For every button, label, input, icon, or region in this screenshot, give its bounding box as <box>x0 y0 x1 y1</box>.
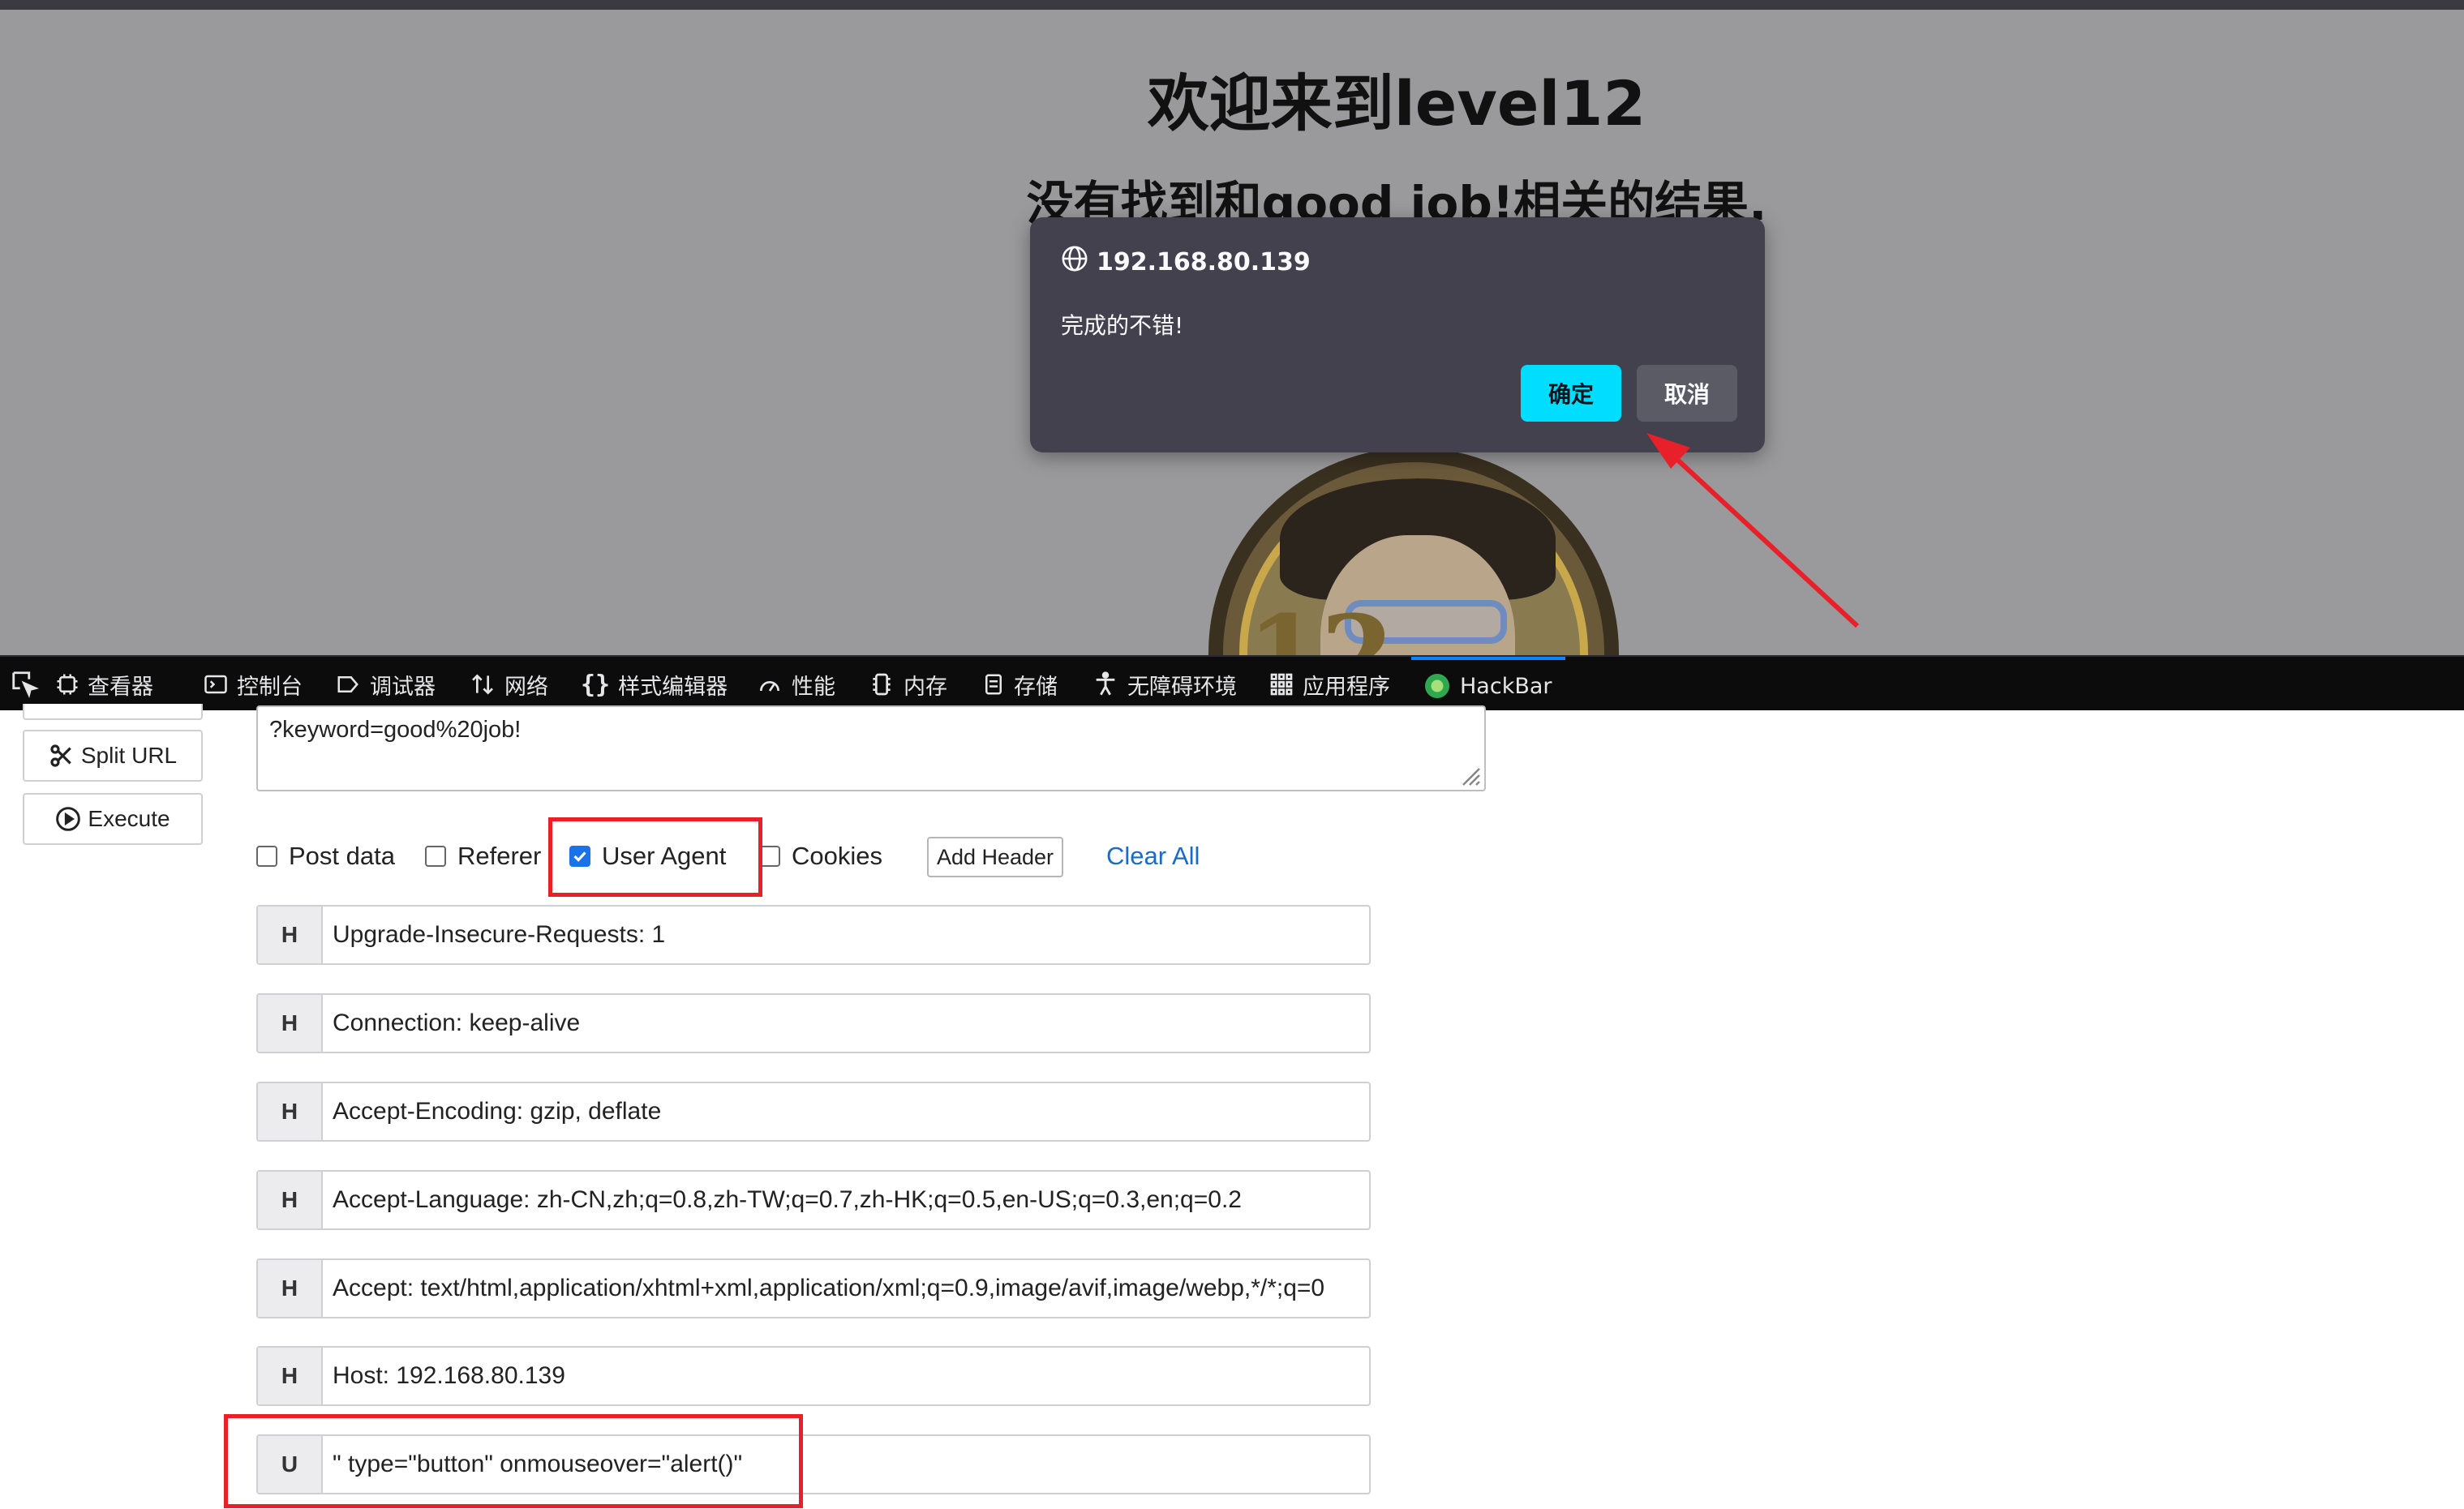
annotation-arrow <box>1646 433 1860 628</box>
